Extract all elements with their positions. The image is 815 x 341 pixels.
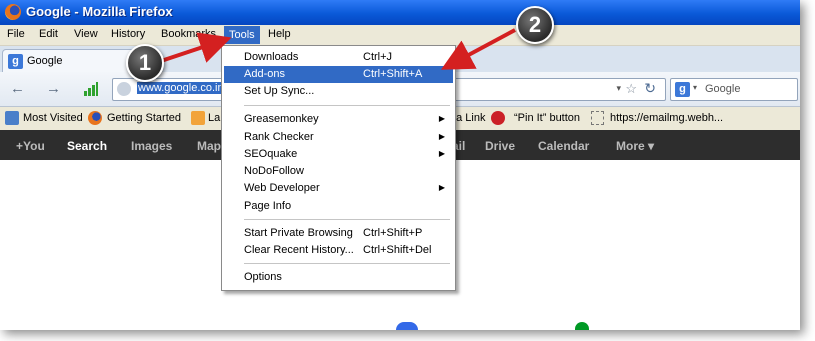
signal-icon	[84, 82, 98, 96]
menu-item-downloads[interactable]: Downloads Ctrl+J	[224, 49, 453, 66]
url-dropdown-icon[interactable]: ▾	[616, 83, 621, 94]
menu-item-page-info[interactable]: Page Info	[224, 198, 453, 215]
google-bar-more[interactable]: More ▾	[616, 139, 654, 153]
menu-history[interactable]: History	[111, 28, 145, 40]
google-bar-calendar[interactable]: Calendar	[538, 139, 589, 153]
submenu-arrow-icon: ▶	[438, 149, 445, 158]
google-icon: g	[8, 54, 23, 69]
menu-item-set-up-sync[interactable]: Set Up Sync...	[224, 83, 453, 100]
menu-item-private-browsing[interactable]: Start Private Browsing Ctrl+Shift+P	[224, 225, 453, 242]
menu-item-greasemonkey[interactable]: Greasemonkey ▶	[224, 111, 453, 128]
menu-item-label: Options	[244, 271, 282, 283]
back-arrow-icon[interactable]: ←	[10, 80, 25, 97]
tab-label: Google	[27, 55, 63, 67]
menu-view[interactable]: View	[74, 28, 98, 40]
menu-item-label: Downloads	[244, 51, 299, 63]
submenu-arrow-icon: ▶	[438, 183, 445, 192]
menu-separator	[244, 263, 450, 264]
menu-help[interactable]: Help	[268, 28, 291, 40]
bookmark-most-visited[interactable]: Most Visited	[23, 112, 83, 124]
menu-item-rank-checker[interactable]: Rank Checker ▶	[224, 129, 453, 146]
menu-bookmarks[interactable]: Bookmarks	[161, 28, 216, 40]
callout-badge-2: 2	[516, 6, 554, 44]
google-bar-drive[interactable]: Drive	[485, 139, 515, 153]
menu-item-web-developer[interactable]: Web Developer ▶	[224, 180, 453, 197]
menu-item-label: Page Info	[244, 200, 292, 212]
menu-item-shortcut: Ctrl+Shift+Del	[363, 244, 432, 256]
menu-item-seoquake[interactable]: SEOquake ▶	[224, 146, 453, 163]
menu-item-options[interactable]: Options	[224, 269, 453, 286]
search-engine-dropdown-icon[interactable]: ▾	[693, 83, 697, 92]
menu-item-label: Rank Checker	[244, 131, 314, 143]
google-bar-plus-you[interactable]: +You	[16, 139, 45, 153]
firefox-icon	[5, 4, 21, 20]
search-input[interactable]: Google	[705, 83, 740, 95]
pinterest-icon	[491, 111, 505, 125]
menu-tools[interactable]: Tools	[224, 26, 260, 44]
menu-item-label: Start Private Browsing	[244, 227, 353, 239]
menu-item-label: Web Developer	[244, 182, 320, 194]
menu-item-shortcut: Ctrl+Shift+A	[363, 68, 423, 80]
rss-icon	[191, 111, 205, 125]
star-icon[interactable]: ☆	[625, 81, 637, 97]
bookmark-getting-started[interactable]: Getting Started	[107, 112, 181, 124]
google-bar-images[interactable]: Images	[131, 139, 172, 153]
menu-item-clear-history[interactable]: Clear Recent History... Ctrl+Shift+Del	[224, 242, 453, 259]
page-icon	[591, 111, 604, 125]
bookmark-pin-it[interactable]: “Pin It” button	[514, 112, 580, 124]
callout-badge-1: 1	[126, 44, 164, 82]
submenu-arrow-icon: ▶	[438, 132, 445, 141]
menu-item-add-ons[interactable]: Add-ons Ctrl+Shift+A	[224, 66, 453, 83]
google-bar-maps[interactable]: Map	[197, 139, 221, 153]
menu-bar: File Edit View History Bookmarks Tools H…	[0, 25, 800, 46]
menu-item-label: SEOquake	[244, 148, 298, 160]
search-engine-google-icon[interactable]: g	[675, 82, 690, 97]
google-bar-search[interactable]: Search	[67, 139, 107, 153]
submenu-arrow-icon: ▶	[438, 114, 445, 123]
menu-item-nodofollow[interactable]: NoDoFollow	[224, 163, 453, 180]
reload-icon[interactable]: ↻	[644, 80, 656, 97]
url-text[interactable]: www.google.co.in	[137, 82, 225, 94]
google-logo-fragment	[396, 322, 418, 330]
bookmark-emailmg[interactable]: https://emailmg.webh...	[610, 112, 723, 124]
menu-item-shortcut: Ctrl+J	[363, 51, 393, 63]
menu-item-label: NoDoFollow	[244, 165, 304, 177]
menu-item-label: Clear Recent History...	[244, 244, 354, 256]
forward-arrow-icon[interactable]: →	[46, 80, 61, 97]
site-identity-icon[interactable]	[117, 82, 131, 96]
menu-separator	[244, 105, 450, 106]
menu-item-shortcut: Ctrl+Shift+P	[363, 227, 423, 239]
menu-item-label: Set Up Sync...	[244, 85, 315, 97]
menu-file[interactable]: File	[7, 28, 25, 40]
search-bar[interactable]: g ▾ Google	[670, 78, 798, 101]
bookmark-latest[interactable]: La	[208, 112, 220, 124]
search-page-icon	[5, 111, 19, 125]
title-bar: Google - Mozilla Firefox	[0, 0, 800, 25]
firefox-icon	[88, 111, 102, 125]
window-title: Google - Mozilla Firefox	[26, 4, 173, 19]
menu-edit[interactable]: Edit	[39, 28, 58, 40]
menu-item-label: Greasemonkey	[244, 113, 319, 125]
tools-menu: Downloads Ctrl+J Add-ons Ctrl+Shift+A Se…	[221, 45, 456, 291]
menu-separator	[244, 219, 450, 220]
menu-item-label: Add-ons	[244, 68, 285, 80]
google-logo-fragment-green	[575, 322, 589, 330]
